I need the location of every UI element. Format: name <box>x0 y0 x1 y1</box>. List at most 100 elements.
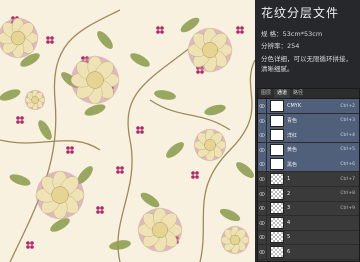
peony-center <box>229 234 241 246</box>
channel-name: 1 <box>287 176 291 182</box>
visibility-eye-icon[interactable] <box>258 142 267 157</box>
channel-thumbnail <box>270 114 284 127</box>
channel-thumbnail <box>270 216 284 229</box>
leaf <box>140 192 160 208</box>
berry <box>50 36 54 40</box>
channel-name: 青色 <box>287 118 298 125</box>
visibility-eye-icon[interactable] <box>258 230 267 245</box>
channel-name: 黄色 <box>287 147 298 154</box>
berry <box>120 170 124 174</box>
channel-row[interactable]: 青色 Ctrl+3 <box>258 113 359 129</box>
berry <box>96 206 100 210</box>
channel-shortcut: Ctrl+4 <box>340 132 355 138</box>
peony-center <box>51 186 69 204</box>
leaf <box>204 104 226 116</box>
leaf <box>0 89 21 101</box>
floral-artwork <box>0 9 255 262</box>
channels-panel: 图层 通道 路径 CMYK Ctrl+2 青色 Ctrl+3 洋红 Ctrl+4 黄色 Ctr… <box>257 88 360 262</box>
channel-row[interactable]: CMYK Ctrl+2 <box>258 99 359 114</box>
channel-row[interactable]: 4 <box>258 215 359 231</box>
berry <box>156 26 160 30</box>
berry <box>20 120 24 124</box>
channel-row[interactable]: 黑色 Ctrl+6 <box>258 157 359 173</box>
berry <box>160 26 164 30</box>
leaf <box>166 142 184 158</box>
berry <box>70 150 74 154</box>
visibility-eye-icon[interactable] <box>258 99 267 113</box>
leaf <box>9 174 31 186</box>
channel-shortcut: Ctrl+3 <box>340 118 355 124</box>
channel-shortcut: Ctrl+2 <box>340 103 355 109</box>
leaf <box>130 53 150 67</box>
berry <box>26 241 30 245</box>
peony-center <box>86 71 104 89</box>
visibility-eye-icon[interactable] <box>258 172 267 186</box>
berry <box>195 171 199 175</box>
channel-thumbnail <box>270 143 284 156</box>
visibility-eye-icon[interactable] <box>258 201 267 216</box>
page-title: 花纹分层文件 <box>261 6 340 20</box>
leaf <box>38 120 52 140</box>
berry <box>66 146 70 150</box>
description-line-1: 分色详细，可以无限循环拼接， <box>261 55 352 63</box>
spec-line: 规 格：53cm*53cm <box>261 30 323 38</box>
leaf <box>154 90 176 100</box>
visibility-eye-icon[interactable] <box>258 245 267 259</box>
channel-row[interactable]: 洋红 Ctrl+4 <box>258 128 359 144</box>
berry <box>240 26 244 30</box>
channel-row[interactable]: 黄色 Ctrl+5 <box>258 142 359 158</box>
berry <box>50 40 54 44</box>
channel-row[interactable]: 3 Ctrl+9 <box>258 201 359 217</box>
tab-layers[interactable]: 图层 <box>258 89 274 98</box>
berry <box>160 30 164 34</box>
visibility-eye-icon[interactable] <box>258 113 267 128</box>
visibility-eye-icon[interactable] <box>258 215 267 230</box>
channel-shortcut: Ctrl+9 <box>340 205 355 211</box>
visibility-eye-icon[interactable] <box>258 186 267 201</box>
berry <box>116 170 120 174</box>
berry <box>46 40 50 44</box>
berry <box>46 36 50 40</box>
channel-thumbnail <box>270 129 284 142</box>
berry <box>136 130 140 134</box>
berry <box>120 166 124 170</box>
channel-row[interactable]: 2 Ctrl+8 <box>258 186 359 202</box>
berry <box>30 245 34 249</box>
channel-name: 洋红 <box>287 132 298 139</box>
berry <box>136 126 140 130</box>
berry <box>96 210 100 214</box>
leaf <box>84 104 106 116</box>
berry <box>70 146 74 150</box>
channel-name: 2 <box>287 190 291 197</box>
tab-channels[interactable]: 通道 <box>274 89 291 98</box>
channel-row[interactable]: 6 <box>258 245 359 260</box>
berry <box>116 166 120 170</box>
berry <box>16 116 20 120</box>
channel-shortcut: Ctrl+8 <box>340 191 355 197</box>
leaf <box>236 162 254 178</box>
resolution-line: 分辨率：254 <box>261 42 300 50</box>
berry <box>140 126 144 130</box>
peony-center <box>204 139 216 151</box>
channel-row[interactable]: 5 <box>258 230 359 246</box>
vine-stem <box>0 139 101 151</box>
channel-row[interactable]: 1 Ctrl+7 <box>258 172 359 187</box>
channel-thumbnail <box>270 158 284 171</box>
pattern-canvas <box>0 0 255 262</box>
channel-name: 4 <box>287 219 291 226</box>
berry <box>66 150 70 154</box>
tab-paths[interactable]: 路径 <box>290 89 306 98</box>
channel-thumbnail <box>270 100 284 112</box>
channel-shortcut: Ctrl+5 <box>340 147 355 153</box>
berry <box>30 241 34 245</box>
berry <box>100 210 104 214</box>
channel-thumbnail <box>270 173 284 185</box>
channel-name: 3 <box>287 205 291 212</box>
visibility-eye-icon[interactable] <box>258 157 267 172</box>
berry <box>26 245 30 249</box>
channel-name: 5 <box>287 234 291 241</box>
berry <box>140 130 144 134</box>
channel-thumbnail <box>270 187 284 200</box>
visibility-eye-icon[interactable] <box>258 128 267 143</box>
vine-stem <box>149 99 231 131</box>
